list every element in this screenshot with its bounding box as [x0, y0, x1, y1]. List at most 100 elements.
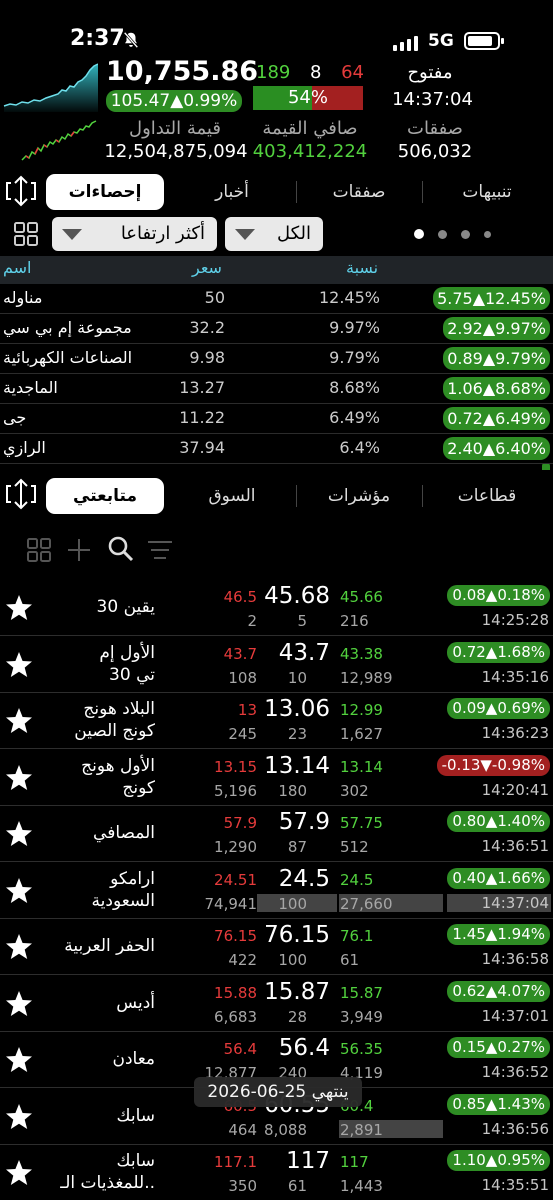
tab-stats[interactable]: إحصاءات — [46, 174, 164, 210]
bell-muted-icon — [123, 31, 139, 49]
trade-time: 14:35:51 — [481, 1176, 549, 1194]
stock-name: المصافي — [93, 823, 155, 843]
change-badge: 5.75▲12.45% — [433, 287, 550, 310]
stock-name: سابك للمغذيات الـ.. — [60, 1151, 155, 1193]
bid-price: 117.1 — [214, 1153, 257, 1171]
star-icon[interactable] — [4, 763, 34, 793]
table-row[interactable]: سابك للمغذيات الـ.. 117.1 350 117 61 117 1,443 1… — [0, 1144, 553, 1200]
col-header-percent: نسبة — [346, 258, 379, 277]
scope-dropdown-value: الكل — [276, 223, 311, 244]
ask-price: 15.87 — [340, 983, 383, 1002]
table-row[interactable]: الأول إم تي 30 43.7 108 43.7 10 43.38 12,989 0.7… — [0, 636, 553, 693]
stock-name: معادن — [112, 1049, 155, 1069]
net-value: 403,412,224 — [252, 141, 368, 162]
page-dots[interactable] — [414, 229, 491, 239]
trade-time: 14:36:23 — [481, 724, 549, 742]
grid-view-icon[interactable] — [26, 537, 52, 563]
list-item[interactable]: مجموعة إم بي سي 32.2 9.97% 2.92▲9.97% — [0, 314, 553, 344]
change-badge: 1.06▲8.68% — [443, 377, 550, 400]
advancers-count: 189 — [256, 62, 291, 83]
table-row[interactable]: يقين 30 46.5 2 45.68 5 45.66 216 0.08▲0.18% 14:2… — [0, 579, 553, 636]
table-row[interactable]: المصافي 57.9 1,290 57.9 87 57.75 512 0.80▲1.40%… — [0, 805, 553, 862]
bid-price: 24.51 — [214, 870, 257, 889]
last-price: 117 — [286, 1148, 330, 1174]
change-badge: 2.40▲6.40% — [443, 437, 550, 460]
tab-news[interactable]: أخبار — [172, 172, 292, 212]
table-row[interactable]: ارامكو السعودية 24.51 74,941 24.5 100 24.5 27,6… — [0, 862, 553, 919]
change-badge: 0.40▲1.66% — [447, 867, 550, 889]
tab-indices[interactable]: مؤشرات — [299, 476, 419, 516]
stock-name: جى — [3, 408, 27, 427]
stock-name: الماجدية — [3, 378, 58, 397]
table-row[interactable]: الأول هونج كونج 13.15 5,196 13.14 180 13.14 302… — [0, 749, 553, 806]
last-qty: 28 — [287, 1007, 307, 1026]
change-badge: 2.92▲9.97% — [443, 317, 550, 340]
battery-icon — [464, 32, 504, 50]
tab-alerts[interactable]: تنبيهات — [424, 172, 550, 212]
bid-price: 15.88 — [214, 983, 257, 1002]
star-icon[interactable] — [4, 706, 34, 736]
last-qty: 8,088 — [264, 1120, 307, 1139]
star-icon[interactable] — [4, 876, 34, 906]
bid-price: 43.7 — [223, 644, 257, 663]
trade-time: 14:35:16 — [481, 667, 549, 686]
expand-collapse-icon[interactable] — [3, 173, 39, 209]
grid-view-icon[interactable] — [13, 221, 39, 247]
col-header-name: اسم — [3, 258, 32, 277]
menu-icon[interactable] — [146, 539, 174, 561]
stock-name: الحفر العربية — [64, 936, 155, 956]
change-badge: 0.72▲1.68% — [447, 641, 550, 663]
market-state: مفتوح — [407, 62, 453, 83]
expand-collapse-icon[interactable] — [3, 476, 39, 512]
movers-table-header: اسم سعر نسبة — [0, 256, 553, 284]
index-change-badge: 105.47▲0.99% — [106, 90, 242, 112]
star-icon[interactable] — [4, 1102, 34, 1132]
star-icon[interactable] — [4, 1158, 34, 1188]
list-item[interactable]: الماجدية 13.27 8.68% 1.06▲8.68% — [0, 374, 553, 404]
last-qty: 180 — [278, 781, 307, 800]
bid-price: 13 — [237, 701, 257, 719]
bid-price: 56.4 — [223, 1040, 257, 1058]
breadth-bar: 54% — [253, 86, 363, 110]
stock-percent: 9.97% — [329, 318, 380, 337]
last-qty: 100 — [278, 951, 307, 969]
scope-dropdown[interactable]: الكل — [225, 217, 323, 251]
list-item[interactable]: الصناعات الكهربائية 9.98 9.79% 0.89▲9.79% — [0, 344, 553, 374]
list-item[interactable]: مناوله 50 12.45% 5.75▲12.45% — [0, 284, 553, 314]
tab-sectors[interactable]: قطاعات — [424, 476, 550, 516]
search-icon[interactable] — [107, 535, 135, 563]
turnover-value: 12,504,875,094 — [104, 141, 248, 162]
change-badge: 1.45▲1.94% — [447, 924, 550, 945]
last-qty: 5 — [297, 612, 307, 630]
ask-price: 45.66 — [340, 588, 383, 606]
tab-market[interactable]: السوق — [172, 476, 292, 516]
tab-watchlist[interactable]: متابعتي — [46, 478, 164, 514]
ask-qty: 302 — [340, 781, 369, 800]
trade-time: 14:36:51 — [481, 837, 549, 855]
table-row[interactable]: الحفر العربية 76.15 422 76.15 100 76.1 61 1.45▲… — [0, 918, 553, 975]
star-icon[interactable] — [4, 989, 34, 1019]
change-badge: -0.13▼-0.98% — [436, 754, 550, 776]
ask-price: 57.75 — [340, 814, 383, 832]
ask-qty: 2,891 — [340, 1120, 383, 1139]
add-icon[interactable] — [66, 537, 92, 563]
ask-qty: 1,443 — [340, 1177, 383, 1195]
table-row[interactable]: أديس 15.88 6,683 15.87 28 15.87 3,949 0.62▲4.07… — [0, 975, 553, 1032]
last-price: 56.4 — [278, 1035, 330, 1061]
last-price: 13.14 — [264, 752, 330, 779]
star-icon[interactable] — [4, 1045, 34, 1075]
star-icon[interactable] — [4, 650, 34, 680]
star-icon[interactable] — [4, 932, 34, 962]
sort-dropdown[interactable]: أكثر ارتفاعا — [52, 217, 217, 251]
last-price: 43.7 — [278, 639, 330, 666]
tab-trades[interactable]: صفقات — [299, 172, 419, 212]
trade-time: 14:25:28 — [481, 611, 549, 629]
signal-icon — [393, 36, 418, 51]
star-icon[interactable] — [4, 593, 34, 623]
star-icon[interactable] — [4, 819, 34, 849]
change-badge: 0.72▲6.49% — [443, 407, 550, 430]
list-item[interactable]: جى 11.22 6.49% 0.72▲6.49% — [0, 404, 553, 434]
change-badge: 0.62▲4.07% — [447, 980, 550, 1002]
table-row[interactable]: البلاد هونج كونج الصين 13 245 13.06 23 12.99 1,… — [0, 692, 553, 749]
list-item[interactable]: الرازي 37.94 6.4% 2.40▲6.40% — [0, 434, 553, 464]
